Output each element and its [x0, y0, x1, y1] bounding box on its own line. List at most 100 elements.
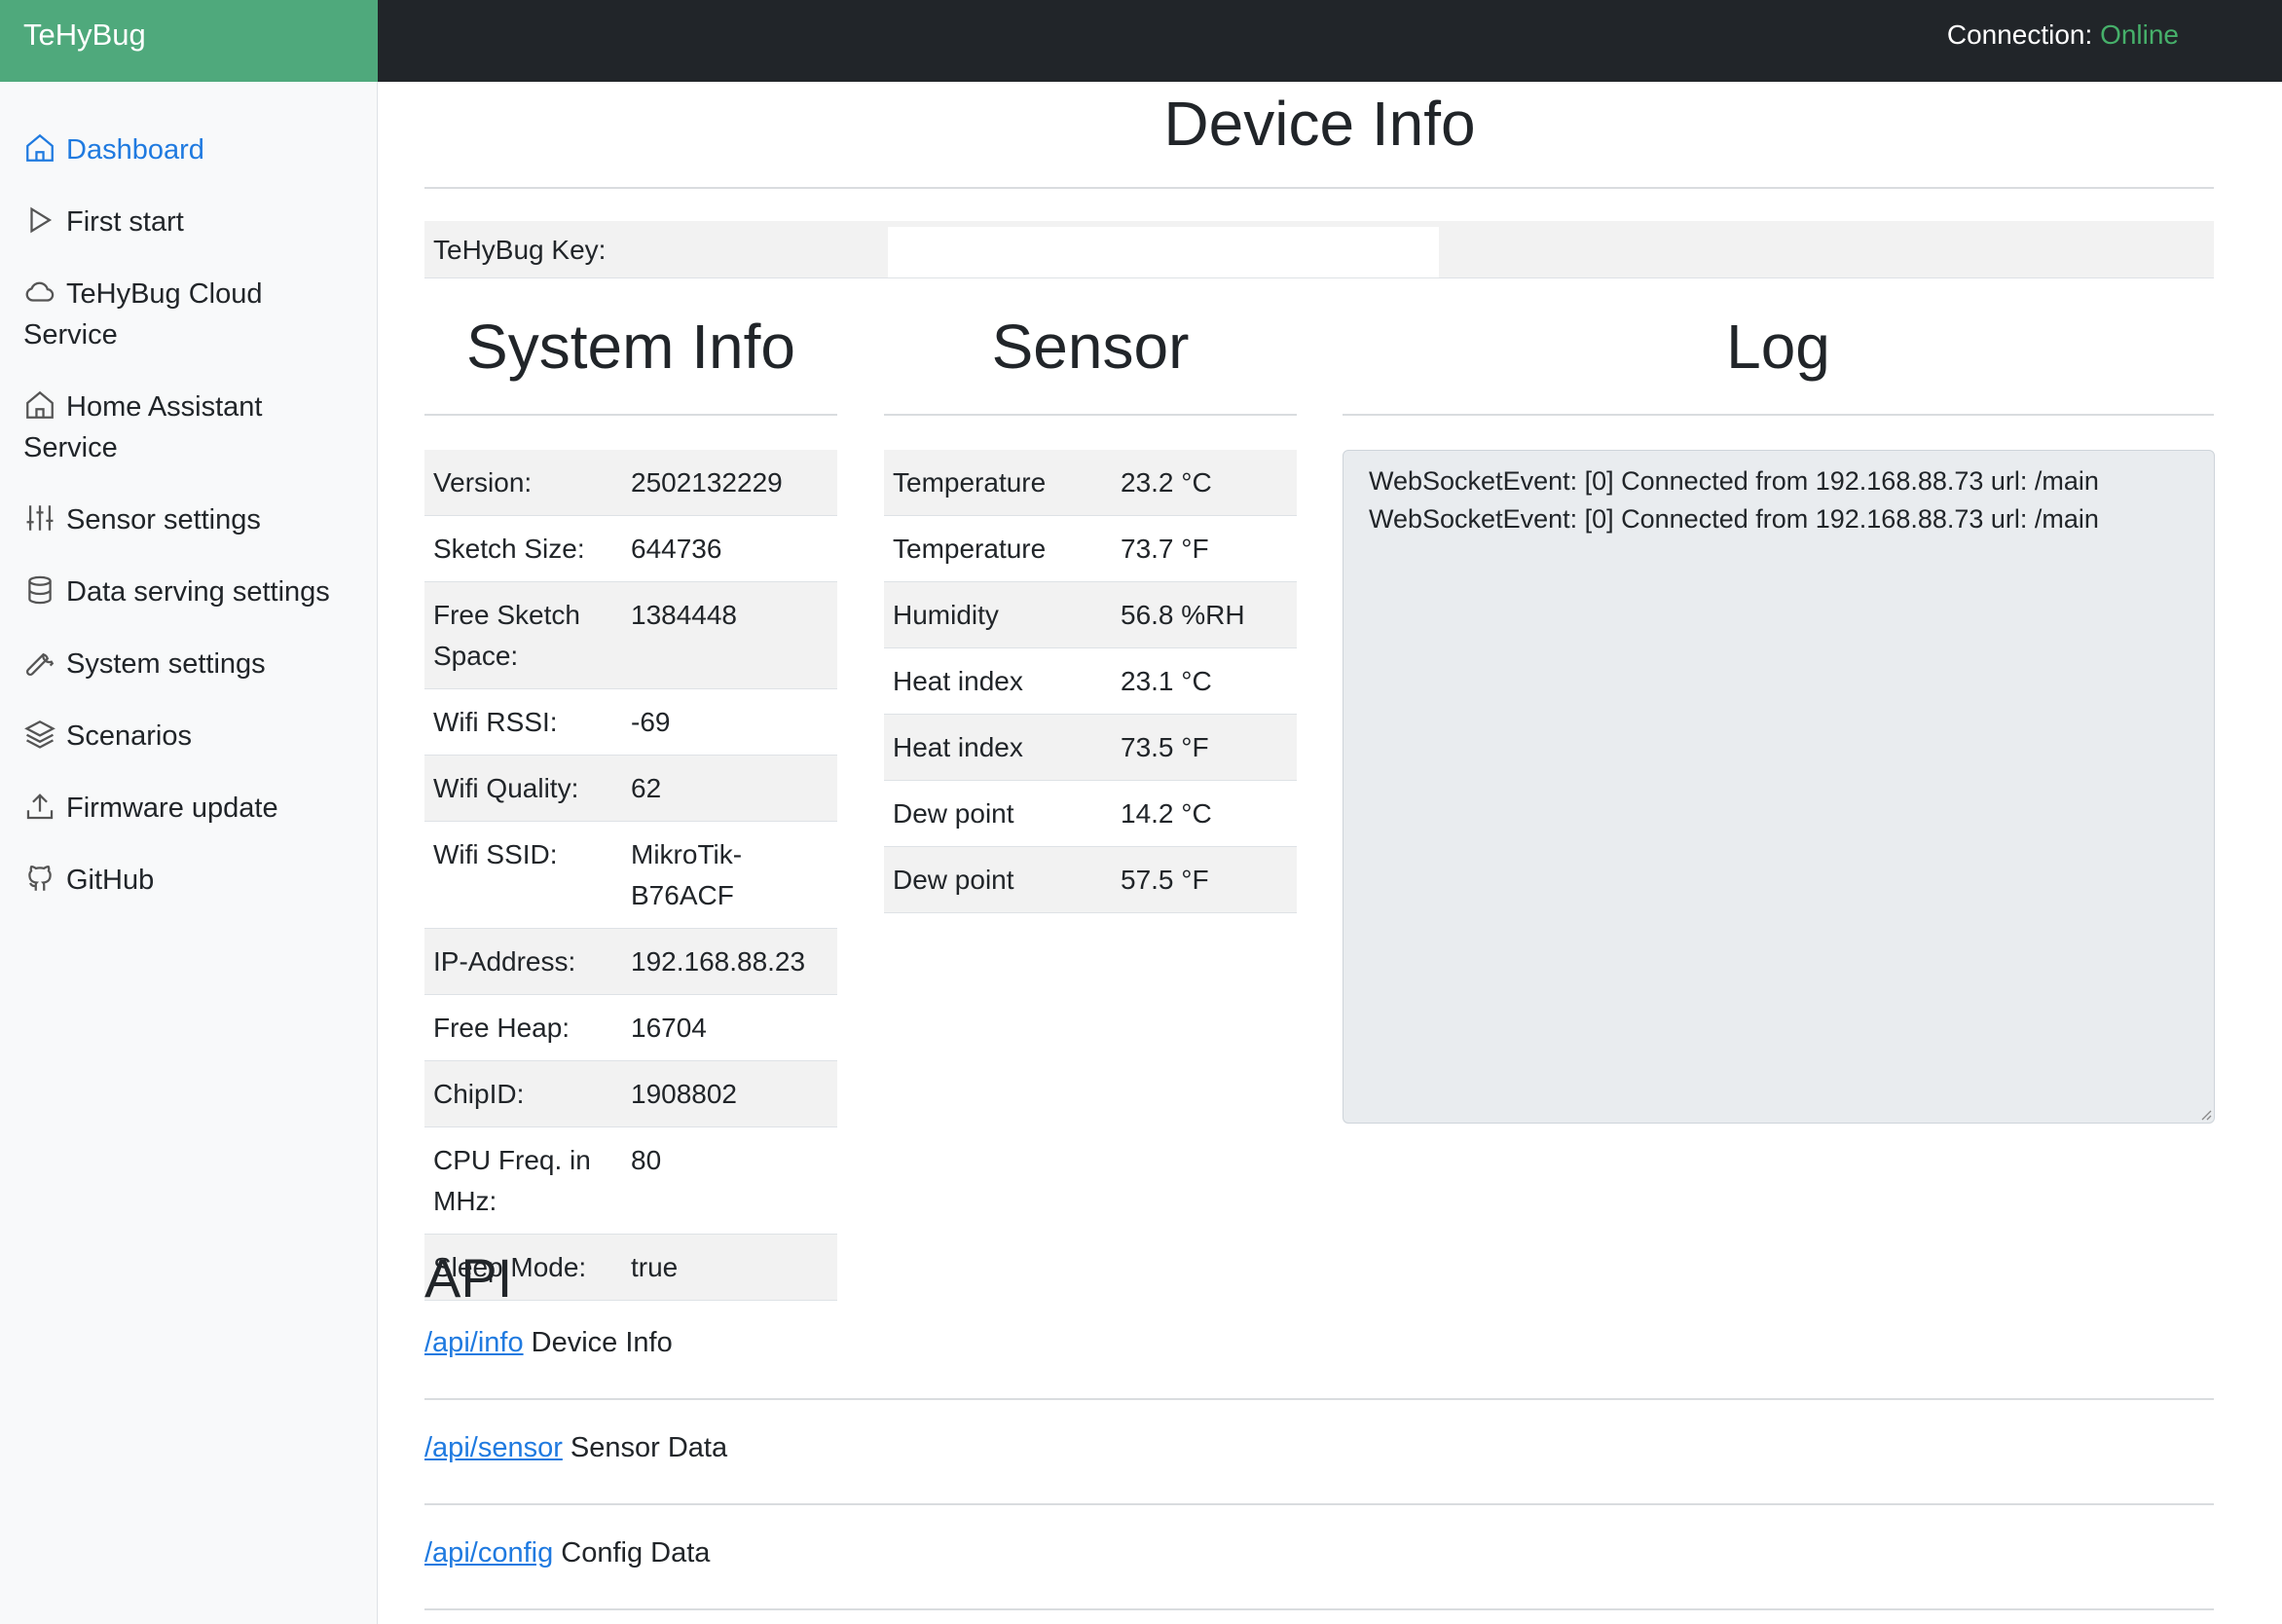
github-icon	[23, 862, 56, 895]
table-row: Version: 2502132229	[424, 450, 837, 516]
sidebar-item-label: System settings	[66, 648, 266, 680]
sidebar-item-label: Home Assistant	[66, 391, 263, 423]
brand-label[interactable]: TeHyBug	[23, 18, 146, 53]
key-row: TeHyBug Key:	[424, 221, 2214, 278]
row-label-line1: Free Sketch	[433, 600, 580, 630]
row-label: Dew point	[884, 846, 1112, 913]
row-value: MikroTik- B76ACF	[622, 821, 837, 929]
row-value: 644736	[622, 515, 837, 582]
log-title: Log	[1726, 312, 1830, 382]
table-row: IP-Address: 192.168.88.23	[424, 928, 837, 995]
connection-status-value: Online	[2100, 19, 2179, 50]
divider	[424, 414, 837, 416]
sidebar-item-dashboard[interactable]: Dashboard	[23, 129, 204, 170]
database-icon	[23, 573, 56, 607]
log-line: WebSocketEvent: [0] Connected from 192.1…	[1369, 504, 2099, 534]
sidebar-item-label: Sensor settings	[66, 504, 261, 535]
row-label: IP-Address:	[424, 928, 622, 995]
row-value: 73.5 °F	[1112, 714, 1297, 781]
row-value: 1908802	[622, 1060, 837, 1127]
divider	[1343, 414, 2214, 416]
row-label: Free Heap:	[424, 994, 622, 1061]
sensor-table: Temperature 23.2 °C Temperature 73.7 °F Hu…	[884, 450, 1297, 913]
sidebar-item-data-serving[interactable]: Data serving settings	[23, 572, 330, 612]
divider	[424, 187, 2214, 189]
row-value-line1: MikroTik-	[631, 839, 743, 869]
api-info-link[interactable]: /api/info	[424, 1327, 524, 1358]
api-sensor-link[interactable]: /api/sensor	[424, 1432, 563, 1463]
row-value: 80	[622, 1126, 837, 1235]
log-line: WebSocketEvent: [0] Connected from 192.1…	[1369, 466, 2099, 496]
sidebar-item-sensor-settings[interactable]: Sensor settings	[23, 499, 261, 540]
system-info-table: Version: 2502132229 Sketch Size: 644736 Fr…	[424, 450, 837, 1301]
sidebar: Dashboard First start TeHyBug Cloud Serv…	[0, 82, 378, 1624]
wrench-icon	[23, 646, 56, 679]
divider	[424, 1608, 2214, 1610]
table-row: Humidity 56.8 %RH	[884, 581, 1297, 648]
play-icon	[23, 203, 56, 237]
api-row-text: Config Data	[553, 1537, 711, 1569]
sidebar-item-label: Dashboard	[66, 134, 204, 166]
sidebar-item-label: Firmware update	[66, 793, 278, 824]
row-label: Humidity	[884, 581, 1112, 648]
table-row: Temperature 73.7 °F	[884, 515, 1297, 582]
table-row: CPU Freq. in MHz: 80	[424, 1126, 837, 1235]
connection-status: Connection: Online	[1947, 19, 2179, 51]
home-icon	[23, 131, 56, 165]
table-row: Heat index 23.1 °C	[884, 647, 1297, 715]
key-label: TeHyBug Key:	[433, 235, 607, 265]
divider	[424, 1503, 2214, 1505]
page-title: Device Info	[1163, 89, 1476, 159]
api-row: /api/sensor Sensor Data	[424, 1432, 727, 1464]
sidebar-item-scenarios[interactable]: Scenarios	[23, 716, 192, 757]
row-label: Wifi SSID:	[424, 821, 622, 929]
sidebar-item-firmware-update[interactable]: Firmware update	[23, 788, 278, 829]
top-navbar: TeHyBug Connection: Online	[0, 0, 2282, 82]
row-label: Heat index	[884, 714, 1112, 781]
system-info-title: System Info	[466, 312, 795, 382]
main-content: Device Info TeHyBug Key: System Info Sen…	[378, 82, 2282, 1624]
sidebar-item-label: TeHyBug Cloud	[66, 278, 263, 310]
row-label: Wifi Quality:	[424, 755, 622, 822]
row-label: Temperature	[884, 515, 1112, 582]
row-label: Heat index	[884, 647, 1112, 715]
row-value: 192.168.88.23	[622, 928, 837, 995]
api-row: /api/info Device Info	[424, 1327, 673, 1359]
log-textarea[interactable]: WebSocketEvent: [0] Connected from 192.1…	[1343, 450, 2215, 1124]
table-row: Heat index 73.5 °F	[884, 714, 1297, 781]
sidebar-item-system-settings[interactable]: System settings	[23, 644, 266, 684]
api-row: /api/config Config Data	[424, 1537, 710, 1569]
table-row: Temperature 23.2 °C	[884, 450, 1297, 516]
row-label: Version:	[424, 450, 622, 516]
api-title: API	[424, 1247, 513, 1309]
row-label-line2: Space:	[433, 641, 519, 671]
resize-grip-icon[interactable]	[2198, 1107, 2212, 1121]
table-row: Dew point 14.2 °C	[884, 780, 1297, 847]
sidebar-item-home-assistant[interactable]: Home Assistant Service	[23, 387, 262, 468]
brand-area[interactable]: TeHyBug	[0, 0, 378, 82]
row-value: 14.2 °C	[1112, 780, 1297, 847]
sensor-title: Sensor	[991, 312, 1190, 382]
key-value-field	[888, 227, 1439, 277]
table-row: Sketch Size: 644736	[424, 515, 837, 582]
sidebar-item-label: Data serving settings	[66, 576, 330, 608]
sidebar-item-label-line2: Service	[23, 432, 118, 463]
sidebar-item-label: GitHub	[66, 865, 155, 896]
row-label: Wifi RSSI:	[424, 688, 622, 756]
sidebar-item-label-line2: Service	[23, 319, 118, 351]
row-label: Sketch Size:	[424, 515, 622, 582]
table-row: Wifi Quality: 62	[424, 755, 837, 822]
api-config-link[interactable]: /api/config	[424, 1537, 553, 1569]
row-label-line2: MHz:	[433, 1186, 497, 1216]
cloud-icon	[23, 276, 56, 309]
divider	[424, 1398, 2214, 1400]
row-label: ChipID:	[424, 1060, 622, 1127]
sidebar-item-github[interactable]: GitHub	[23, 860, 154, 901]
row-label: Temperature	[884, 450, 1112, 516]
layers-icon	[23, 718, 56, 751]
table-row: Dew point 57.5 °F	[884, 846, 1297, 913]
sidebar-item-cloud-service[interactable]: TeHyBug Cloud Service	[23, 274, 263, 355]
sidebar-item-first-start[interactable]: First start	[23, 202, 184, 242]
row-value: 56.8 %RH	[1112, 581, 1297, 648]
row-value-line2: B76ACF	[631, 880, 734, 910]
